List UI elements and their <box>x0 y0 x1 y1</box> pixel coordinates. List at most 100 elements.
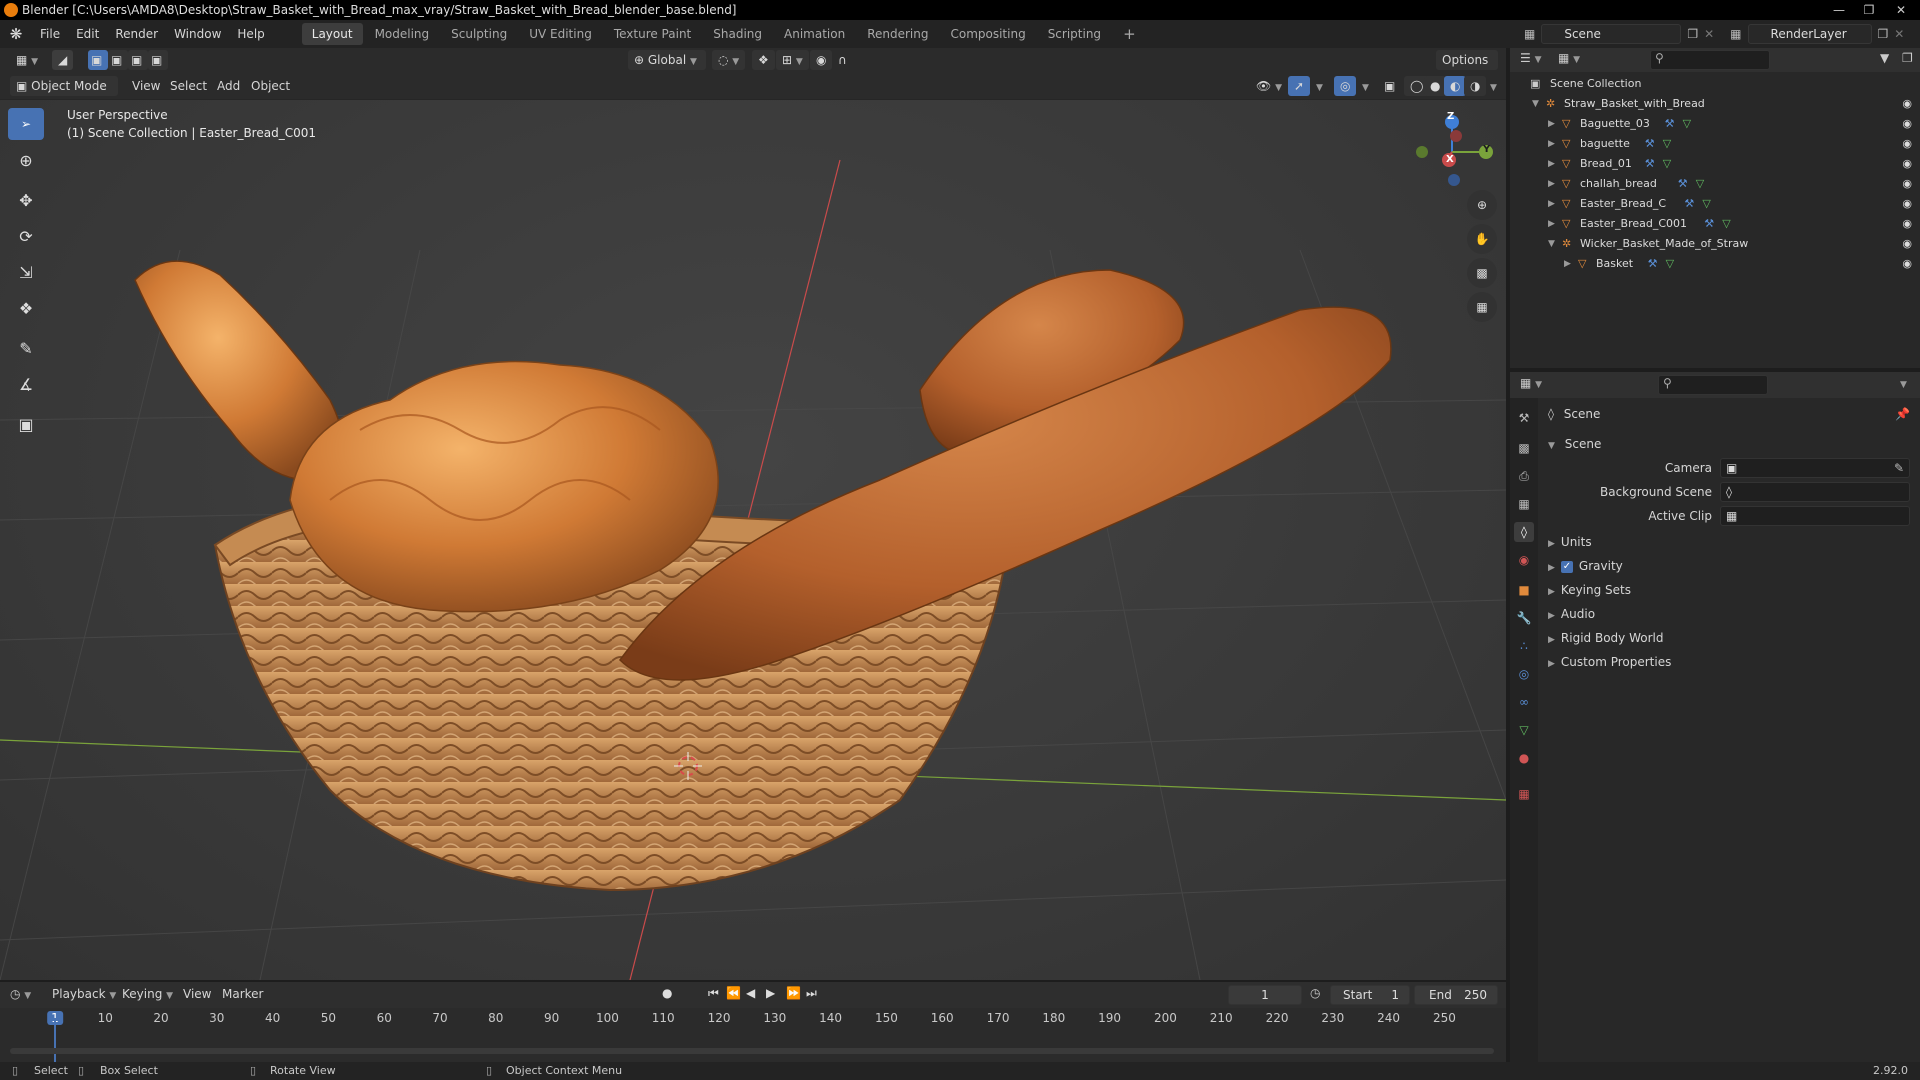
transform-tool-icon[interactable]: ❖ <box>8 292 44 324</box>
new-collection-icon[interactable]: ❐ <box>1902 51 1913 65</box>
mesh-data-icon[interactable]: ▽ <box>1666 254 1674 274</box>
visibility-eye-icon[interactable]: ◉ <box>1902 154 1912 174</box>
outliner-row[interactable]: ▶ ▽ Easter_Bread_C ⚒ ▽ ◉ <box>1510 194 1920 214</box>
timeline-editor-type-icon[interactable]: ◷ ▼ <box>10 987 31 1001</box>
tab-layout[interactable]: Layout <box>301 23 363 45</box>
expand-toggle-icon[interactable]: ▶ <box>1564 254 1571 274</box>
close-window-button[interactable]: ✕ <box>1886 0 1916 18</box>
world-tab-icon[interactable]: ◉ <box>1514 550 1534 570</box>
mode-dropdown[interactable]: ▣ Object Mode ▼ <box>10 76 118 113</box>
menu-view[interactable]: View <box>132 72 160 100</box>
jump-start-icon[interactable]: ⏮ <box>708 986 719 1001</box>
texture-tab-icon[interactable]: ▦ <box>1514 784 1534 804</box>
gizmo-toggle-icon[interactable]: ➚ <box>1288 76 1311 96</box>
select-box-tool-icon[interactable]: ➢ <box>8 108 44 140</box>
neg-z-axis-handle[interactable] <box>1448 174 1460 186</box>
proportional-edit-icon[interactable]: ◉ <box>810 50 833 70</box>
outliner-row[interactable]: ▼ ✲ Wicker_Basket_Made_of_Straw ◉ <box>1510 234 1920 254</box>
options-dropdown[interactable]: Options ▼ <box>1436 50 1498 87</box>
outliner-editor-type-icon[interactable]: ☰ ▼ <box>1520 51 1542 65</box>
properties-options-icon[interactable]: ▼ <box>1900 376 1907 390</box>
pan-hand-icon[interactable]: ✋ <box>1467 224 1497 254</box>
visibility-eye-icon[interactable]: ◉ <box>1902 174 1912 194</box>
minimize-window-button[interactable]: — <box>1824 0 1854 18</box>
selection-mode-intersect-icon[interactable]: ▣ <box>148 50 168 70</box>
xray-toggle-icon[interactable]: ▣ <box>1378 76 1401 96</box>
visibility-eye-icon[interactable]: ◉ <box>1902 134 1912 154</box>
timeline-scrollbar[interactable] <box>10 1048 1494 1054</box>
tab-uv-editing[interactable]: UV Editing <box>519 23 602 45</box>
move-tool-icon[interactable]: ✥ <box>8 184 44 216</box>
overlays-toggle-icon[interactable]: ◎ <box>1334 76 1357 96</box>
tool-tab-icon[interactable]: ⚒ <box>1514 408 1534 428</box>
visibility-eye-icon[interactable]: ◉ <box>1902 194 1912 214</box>
end-frame-field[interactable]: End 250 <box>1414 985 1498 1005</box>
3d-viewport[interactable]: Z Y X User Perspective (1) Scene Collect… <box>0 100 1506 980</box>
transform-orientation-dropdown[interactable]: ⊕ Global ▼ <box>628 50 706 70</box>
property-field[interactable]: ▦ <box>1720 506 1910 526</box>
properties-search-input[interactable]: ⚲ <box>1658 375 1768 395</box>
expand-toggle-icon[interactable]: ▼ <box>1532 94 1539 114</box>
outliner-search-input[interactable]: ⚲ <box>1650 50 1770 70</box>
menu-render[interactable]: Render <box>107 20 166 48</box>
renderlayer-field[interactable]: RenderLayer <box>1747 24 1872 44</box>
prev-keyframe-icon[interactable]: ⏪ <box>726 986 741 1000</box>
tab-shading[interactable]: Shading <box>703 23 772 45</box>
next-keyframe-icon[interactable]: ⏩ <box>786 986 801 1000</box>
neg-y-axis-handle[interactable] <box>1416 146 1428 158</box>
maximize-window-button[interactable]: ❐ <box>1854 0 1884 18</box>
modifier-icon[interactable]: ⚒ <box>1645 154 1655 174</box>
outliner-row[interactable]: ▶ ▽ Bread_01 ⚒ ▽ ◉ <box>1510 154 1920 174</box>
mesh-data-icon[interactable]: ▽ <box>1722 214 1730 234</box>
add-cube-tool-icon[interactable]: ▣ <box>8 408 44 440</box>
menu-object[interactable]: Object <box>251 72 290 100</box>
auto-keying-icon[interactable]: ● <box>662 986 672 1000</box>
camera-view-icon[interactable]: ▩ <box>1467 258 1497 288</box>
visibility-selectability-icon[interactable]: 👁 ▼ <box>1250 76 1288 96</box>
outliner-row[interactable]: ▶ ▽ Easter_Bread_C001 ⚒ ▽ ◉ <box>1510 214 1920 234</box>
menu-edit[interactable]: Edit <box>68 20 107 48</box>
view-layer-icon[interactable]: ▦ <box>1730 27 1741 41</box>
editor-type-icon[interactable]: ▦ ▼ <box>10 50 44 70</box>
pin-icon[interactable]: 📌 <box>1895 402 1910 426</box>
mesh-data-icon[interactable]: ▽ <box>1683 114 1691 134</box>
blender-menu-icon[interactable]: ❋ <box>0 25 32 43</box>
outliner-filter-icon[interactable]: ▼ <box>1880 51 1889 65</box>
gravity-checkbox[interactable]: ✓ <box>1560 560 1573 573</box>
neg-x-axis-handle[interactable] <box>1450 130 1462 142</box>
eyedropper-icon[interactable]: ✎ <box>1894 456 1904 480</box>
new-view-layer-icon[interactable]: ❐ <box>1878 27 1889 41</box>
expand-toggle-icon[interactable]: ▶ <box>1548 134 1555 154</box>
visibility-eye-icon[interactable]: ◉ <box>1902 254 1912 274</box>
expand-toggle-icon[interactable]: ▶ <box>1548 194 1555 214</box>
proportional-falloff-icon[interactable]: ∩ <box>832 50 853 70</box>
tab-animation[interactable]: Animation <box>774 23 855 45</box>
menu-marker[interactable]: Marker <box>222 987 263 1001</box>
view-layer-tab-icon[interactable]: ▦ <box>1514 494 1534 514</box>
jump-end-icon[interactable]: ⏭ <box>806 986 817 1001</box>
property-field[interactable]: ◊ <box>1720 482 1910 502</box>
modifier-icon[interactable]: ⚒ <box>1665 114 1675 134</box>
remove-view-layer-icon[interactable]: ✕ <box>1894 27 1904 41</box>
visibility-eye-icon[interactable]: ◉ <box>1902 234 1912 254</box>
annotate-tool-icon[interactable]: ✎ <box>8 332 44 364</box>
visibility-eye-icon[interactable]: ◉ <box>1902 114 1912 134</box>
outliner-root-row[interactable]: ▣ Scene Collection <box>1510 74 1920 94</box>
tab-rendering[interactable]: Rendering <box>857 23 938 45</box>
scale-tool-icon[interactable]: ⇲ <box>8 256 44 288</box>
modifier-icon[interactable]: ⚒ <box>1684 194 1694 214</box>
expand-toggle-icon[interactable]: ▶ <box>1548 214 1555 234</box>
rotate-tool-icon[interactable]: ⟳ <box>8 220 44 252</box>
snap-target-icon[interactable]: ⊞ ▼ <box>776 50 809 70</box>
navigation-gizmo[interactable] <box>1416 115 1493 186</box>
play-icon[interactable]: ▶ <box>766 986 775 1000</box>
scene-selector-icon[interactable]: ▦ <box>1524 27 1535 41</box>
scene-field[interactable]: Scene <box>1541 24 1682 44</box>
material-tab-icon[interactable]: ● <box>1514 748 1534 768</box>
expand-toggle-icon[interactable]: ▼ <box>1548 234 1555 254</box>
remove-scene-icon[interactable]: ✕ <box>1704 27 1714 41</box>
display-mode-icon[interactable]: ▦ ▼ <box>1558 51 1580 65</box>
outliner-row[interactable]: ▶ ▽ baguette ⚒ ▽ ◉ <box>1510 134 1920 154</box>
output-tab-icon[interactable]: ⎙ <box>1514 466 1534 486</box>
subpanel-header[interactable]: ▶ Rigid Body World <box>1540 626 1916 650</box>
